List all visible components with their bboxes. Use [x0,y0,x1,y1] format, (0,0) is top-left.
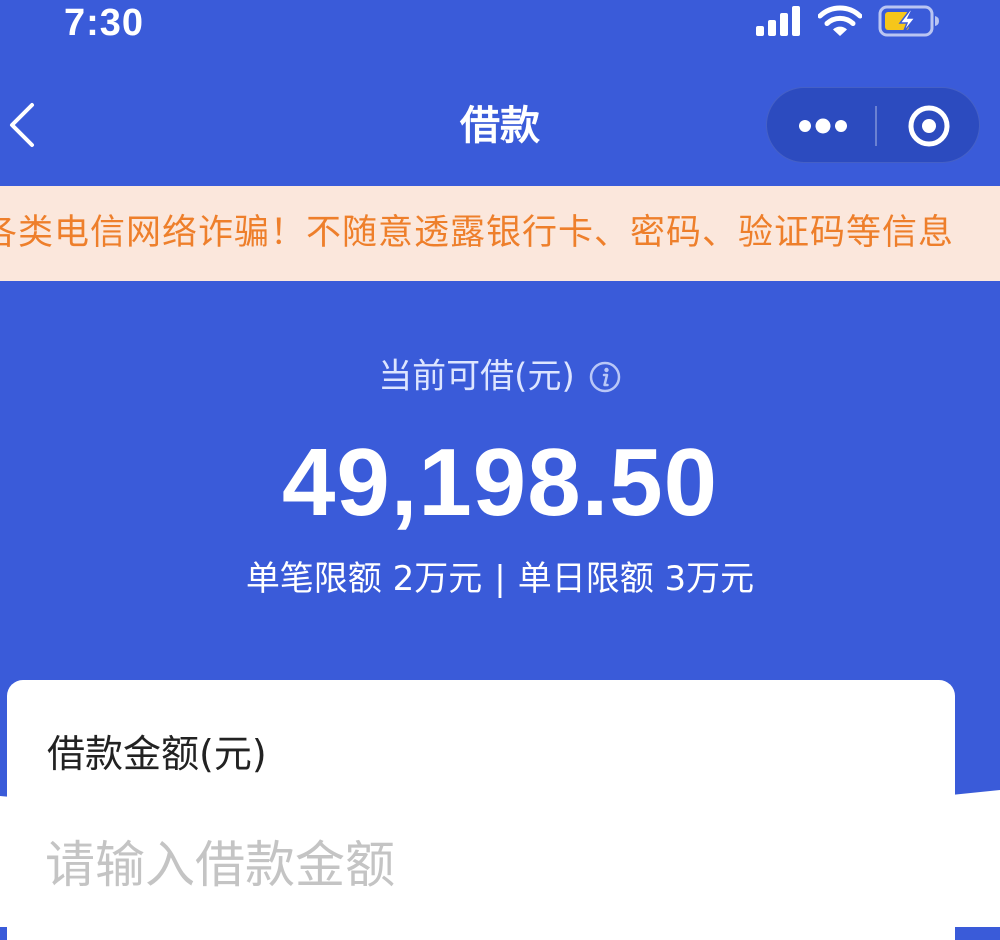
status-time: 7:30 [64,2,145,44]
available-amount: 49,198.50 [281,429,719,536]
loan-amount-title: 借款金额(元) [47,732,267,776]
target-close-icon [877,105,981,168]
status-bar: 7:30 [0,0,1000,50]
wifi-icon [817,5,863,41]
mini-program-capsule [766,87,980,163]
fraud-notice-banner: 各类电信网络诈骗！不随意透露银行卡、密码、验证码等信息 [0,186,1000,281]
loan-amount-card: 借款金额(元) [7,680,955,940]
available-label-row: 当前可借(元) [0,350,1000,403]
notice-text: 各类电信网络诈骗！不随意透露银行卡、密码、验证码等信息 [0,213,955,253]
close-button[interactable] [877,88,981,164]
loan-amount-input[interactable] [45,830,905,900]
signal-icon [756,6,802,40]
limit-separator: | [494,559,506,599]
status-icons [756,5,942,41]
info-icon[interactable] [588,360,622,394]
nav-bar: 借款 [0,70,1000,180]
loan-limits: 单笔限额 2万元 | 单日限额 3万元 [0,554,1000,604]
battery-charging-icon [878,5,942,41]
single-limit-value: 2万元 [392,559,483,599]
daily-limit-value: 3万元 [664,559,755,599]
available-label: 当前可借(元) [378,356,575,397]
more-dots-icon [767,118,875,168]
more-button[interactable] [767,88,875,164]
single-limit-label: 单笔限额 [245,559,382,599]
daily-limit-label: 单日限额 [517,559,654,599]
